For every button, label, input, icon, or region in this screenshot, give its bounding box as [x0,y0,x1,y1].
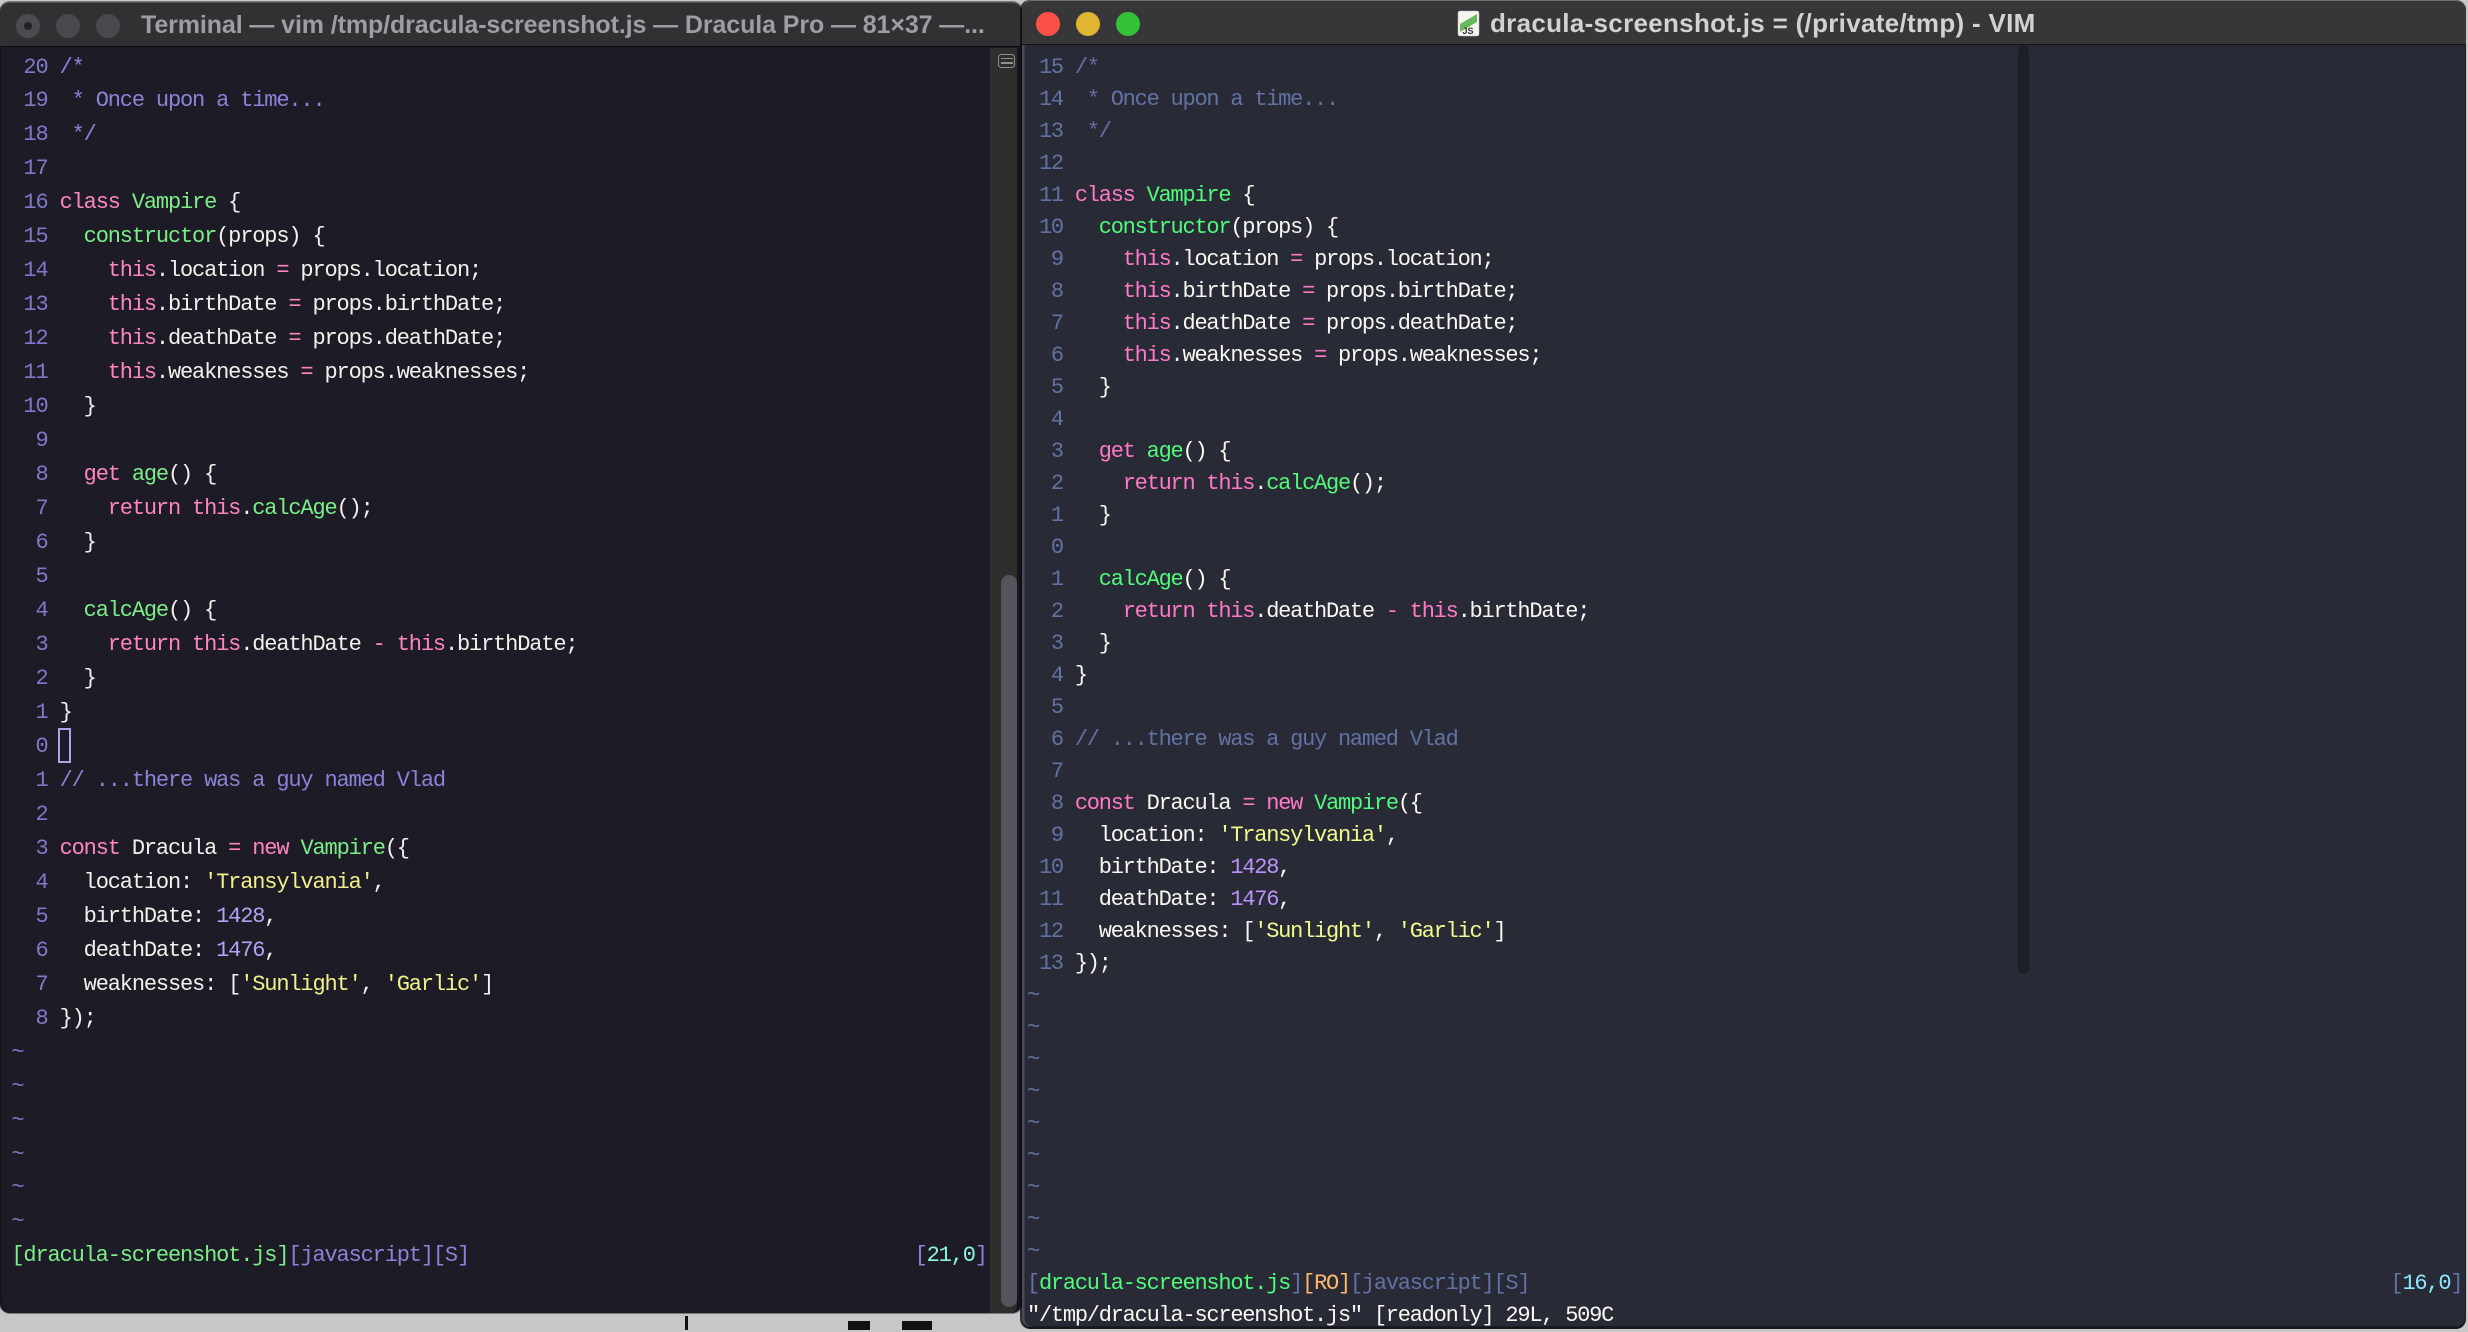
svg-text:JS: JS [1462,26,1473,36]
